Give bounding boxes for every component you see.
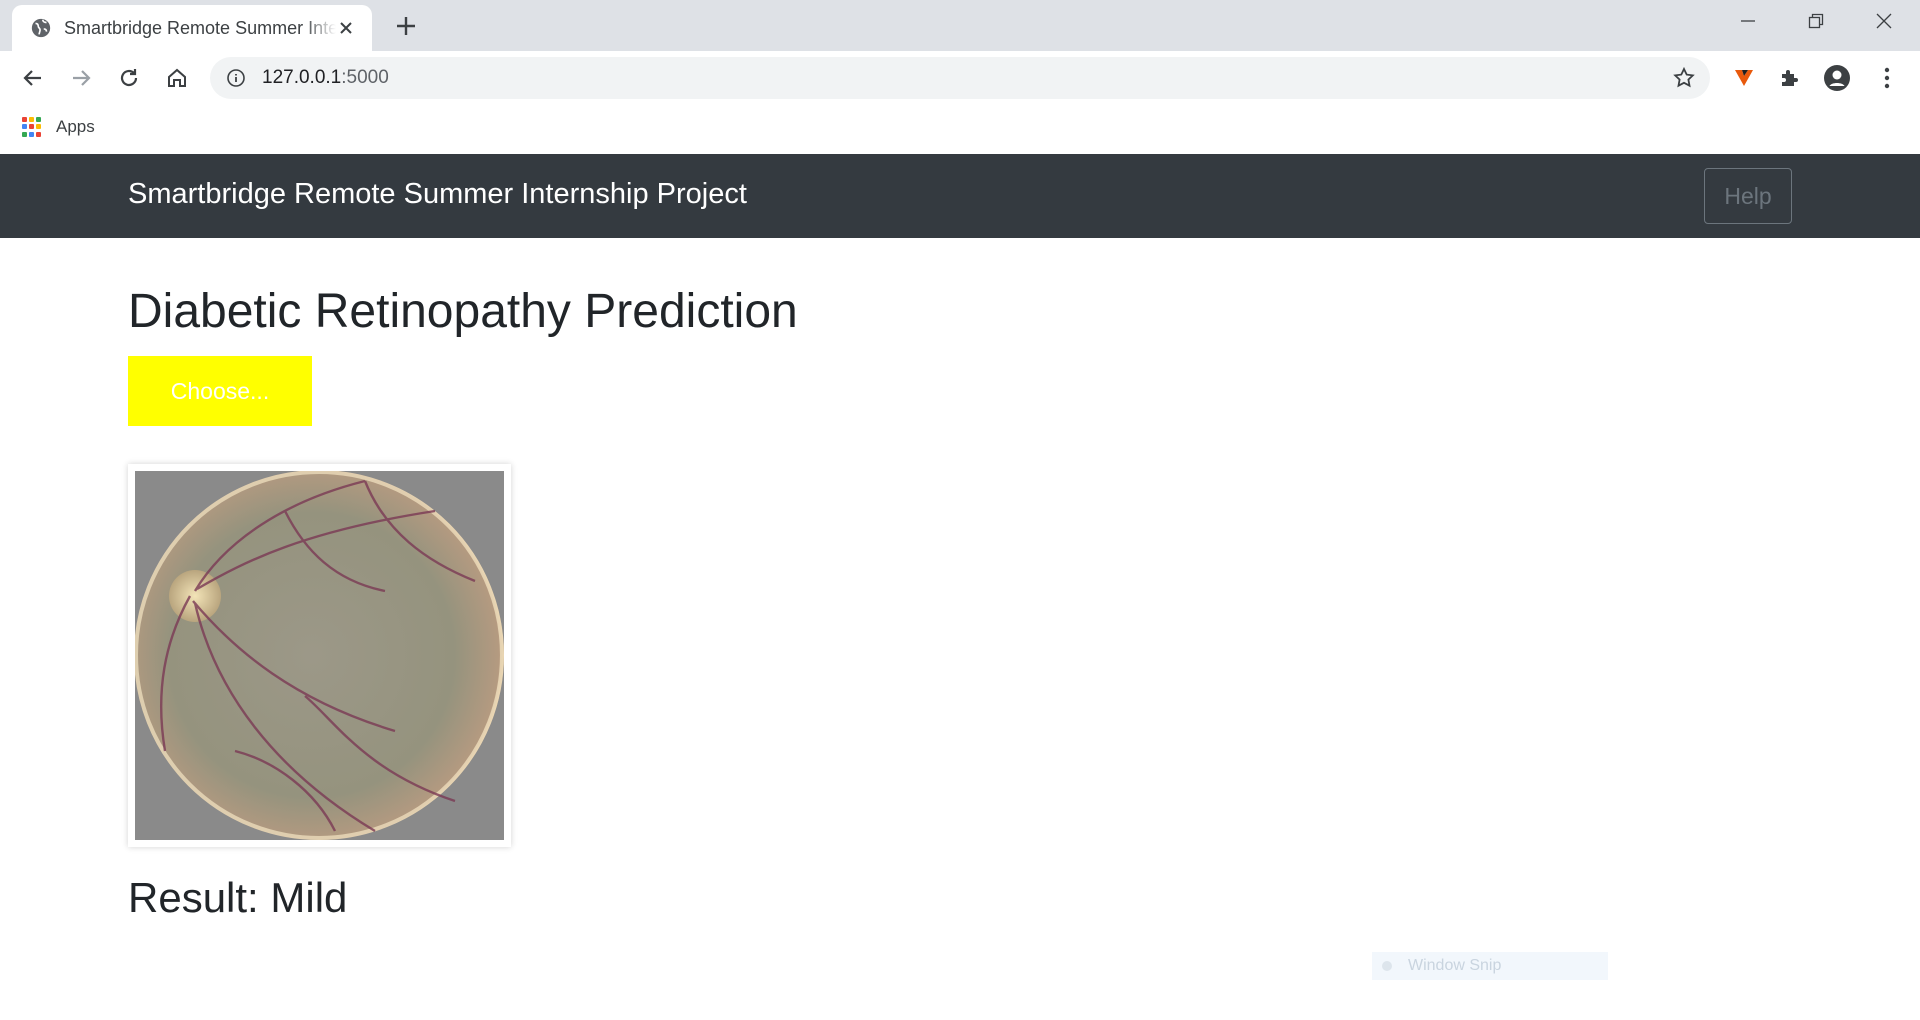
info-icon[interactable] <box>226 68 246 88</box>
url-text: 127.0.0.1:5000 <box>262 67 389 89</box>
back-button[interactable] <box>16 61 50 95</box>
star-icon[interactable] <box>1672 66 1696 90</box>
browser-tab[interactable]: Smartbridge Remote Summer Internship Pro… <box>12 5 372 51</box>
navbar-brand[interactable]: Smartbridge Remote Summer Internship Pro… <box>128 178 747 211</box>
retina-fundus-image <box>135 471 504 840</box>
minimize-button[interactable] <box>1714 0 1782 42</box>
menu-icon <box>1884 67 1890 89</box>
apps-shortcut[interactable]: Apps <box>22 117 95 137</box>
window-snip-overlay: Window Snip <box>1372 952 1608 980</box>
home-button[interactable] <box>160 61 194 95</box>
apps-label: Apps <box>56 117 95 136</box>
restore-icon <box>1808 13 1824 29</box>
home-icon <box>168 68 186 87</box>
snip-dot-icon <box>1382 961 1392 971</box>
close-icon <box>1876 13 1892 29</box>
image-preview <box>128 464 511 847</box>
extensions-button[interactable] <box>1775 63 1805 93</box>
tab-strip: Smartbridge Remote Summer Internship Pro… <box>0 0 1920 51</box>
profile-button[interactable] <box>1822 63 1852 93</box>
choose-file-button[interactable]: Choose... <box>128 356 312 426</box>
apps-grid-icon <box>22 117 42 137</box>
back-icon <box>23 70 41 86</box>
globe-icon <box>31 18 51 38</box>
tab-title: Smartbridge Remote Summer Internship Pro… <box>64 17 336 38</box>
address-bar[interactable]: 127.0.0.1:5000 <box>210 57 1710 99</box>
forward-icon <box>73 70 91 86</box>
snip-label: Window Snip <box>1408 957 1502 974</box>
bookmarks-bar: Apps <box>0 105 1920 153</box>
close-icon[interactable] <box>336 18 356 38</box>
help-button[interactable]: Help <box>1704 168 1792 224</box>
plus-icon[interactable] <box>392 12 420 40</box>
site-navbar: Smartbridge Remote Summer Internship Pro… <box>0 154 1920 238</box>
url-port: :5000 <box>341 67 389 88</box>
reload-icon <box>120 69 138 87</box>
page-title: Diabetic Retinopathy Prediction <box>128 285 798 338</box>
result-text: Result: Mild <box>128 874 348 921</box>
puzzle-icon <box>1782 70 1798 86</box>
restore-button[interactable] <box>1782 0 1850 42</box>
forward-button[interactable] <box>64 61 98 95</box>
url-host: 127.0.0.1 <box>262 67 342 88</box>
reload-button[interactable] <box>112 61 146 95</box>
minimize-icon <box>1741 20 1755 22</box>
close-window-button[interactable] <box>1850 0 1918 42</box>
account-icon <box>1824 65 1850 91</box>
extension-v-button[interactable] <box>1729 63 1759 93</box>
browser-toolbar: 127.0.0.1:5000 <box>0 51 1920 105</box>
browser-menu-button[interactable] <box>1872 63 1902 93</box>
extension-v-icon <box>1735 70 1753 86</box>
